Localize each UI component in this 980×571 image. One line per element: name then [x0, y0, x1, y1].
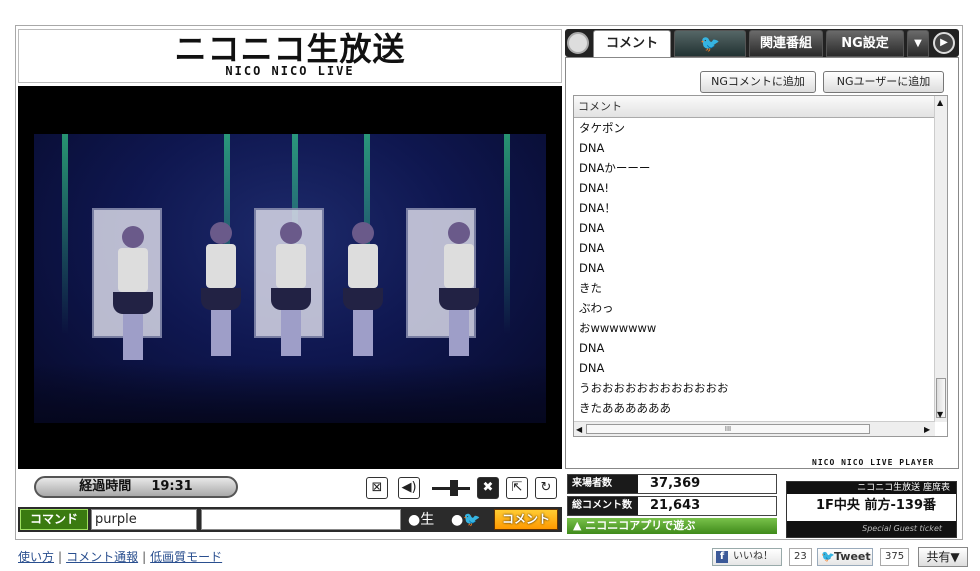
share-button[interactable]: 共有▼ — [918, 547, 968, 567]
comment-row[interactable]: うおおおおおおおおおおおお — [574, 378, 935, 398]
tweet-button[interactable]: 🐦 Tweet — [817, 548, 873, 566]
visitors-stat: 来場者数 37,369 — [567, 474, 777, 494]
comment-hscroll[interactable]: ◀ III ▶ — [574, 421, 935, 436]
comment-submit-button[interactable]: コメント — [494, 509, 558, 530]
comment-row[interactable]: DNA — [574, 138, 935, 158]
comment-row[interactable]: DNA — [574, 258, 935, 278]
comment-row[interactable]: ぶわっ — [574, 298, 935, 318]
comment-row[interactable]: DNAかーーー — [574, 158, 935, 178]
tweet-label: Tweet — [834, 550, 871, 563]
tab-ng-settings[interactable]: NG設定 — [826, 30, 904, 57]
tab-twitter[interactable]: 🐦 — [674, 30, 746, 57]
fullscreen-off-icon[interactable]: ⊠ — [366, 477, 388, 499]
elapsed-label: 経過時間 — [79, 479, 132, 494]
elapsed-value: 19:31 — [151, 479, 193, 494]
comment-column-header[interactable]: コメント — [574, 96, 935, 118]
hscroll-thumb[interactable]: III — [586, 424, 870, 434]
comments-label: 総コメント数 — [568, 497, 638, 515]
logo: ニコニコ生放送 NICO NICO LIVE — [18, 29, 562, 83]
comments-stat: 総コメント数 21,643 — [567, 496, 777, 516]
comment-row[interactable]: タケポン — [574, 118, 935, 138]
logo-title: ニコニコ生放送 — [174, 30, 406, 68]
facebook-like-button[interactable]: f いいね！ — [712, 548, 782, 566]
scroll-up-icon[interactable]: ▲ — [937, 98, 943, 107]
seat-ticket-label: Special Guest ticket — [787, 521, 956, 537]
nama-toggle[interactable]: ●生 — [408, 510, 440, 530]
seat-number: 1F中央 前方-139番 — [816, 498, 936, 513]
comment-row[interactable]: DNA! — [574, 178, 935, 198]
facebook-icon: f — [716, 551, 728, 563]
refresh-icon[interactable]: ↻ — [535, 477, 557, 499]
comment-vscroll[interactable]: ▲ ▼ — [934, 96, 947, 422]
scroll-left-icon[interactable]: ◀ — [576, 425, 582, 434]
comment-input[interactable] — [201, 509, 401, 530]
report-link[interactable]: コメント通報 — [66, 550, 138, 564]
scroll-right-icon[interactable]: ▶ — [924, 425, 930, 434]
command-button[interactable]: コマンド — [20, 509, 88, 530]
tab-related[interactable]: 関連番組 — [749, 30, 823, 57]
comment-row[interactable]: DNA — [574, 238, 935, 258]
popout-icon[interactable]: ⇱ — [506, 477, 528, 499]
logo-subtitle: NICO NICO LIVE — [225, 64, 355, 78]
ng-user-add-button[interactable]: NGユーザーに追加 — [823, 71, 944, 93]
comment-row[interactable]: おwwwwwww — [574, 318, 935, 338]
scroll-down-icon[interactable]: ▼ — [937, 410, 943, 419]
video-player[interactable] — [18, 86, 562, 469]
volume-slider[interactable] — [432, 480, 470, 496]
command-input[interactable]: purple — [91, 509, 197, 530]
low-quality-link[interactable]: 低画質モード — [150, 550, 222, 564]
comments-value: 21,643 — [650, 498, 701, 513]
tweet-count: 375 — [880, 548, 910, 566]
seat-ticket[interactable]: ニコニコ生放送 座席表 1F中央 前方-139番 Special Guest t… — [786, 481, 957, 538]
howto-link[interactable]: 使い方 — [18, 550, 54, 564]
comment-row[interactable]: きた — [574, 278, 935, 298]
tab-comment[interactable]: コメント — [593, 30, 671, 57]
volume-icon[interactable]: ◀) — [398, 477, 420, 499]
tab-dropdown-icon[interactable]: ▼ — [907, 30, 929, 57]
comment-row[interactable]: DNA — [574, 358, 935, 378]
like-label: いいね！ — [733, 551, 773, 562]
video-frame — [34, 134, 546, 423]
prev-tab-icon[interactable] — [567, 32, 589, 54]
mute-icon[interactable]: ✖ — [477, 477, 499, 499]
comment-row[interactable]: きたああああああ — [574, 398, 935, 418]
like-count: 23 — [789, 548, 812, 566]
app-link[interactable]: ▲ ニコニコアプリで遊ぶ — [567, 518, 777, 534]
comment-list[interactable]: コメント タケポン DNA DNAかーーー DNA! DNA！ DNA DNA DNA きた ぶわ… — [573, 95, 948, 437]
visitors-label: 来場者数 — [568, 475, 638, 493]
next-tab-icon[interactable]: ▶ — [933, 32, 955, 54]
seat-title: ニコニコ生放送 座席表 — [787, 482, 956, 494]
comment-row[interactable]: DNA！ — [574, 198, 935, 218]
twitter-bird-icon: 🐦 — [821, 550, 835, 563]
ng-comment-add-button[interactable]: NGコメントに追加 — [700, 71, 816, 93]
elapsed-time-display: 経過時間 19:31 — [34, 476, 238, 498]
comment-row[interactable]: DNA — [574, 338, 935, 358]
comment-row[interactable]: DNA — [574, 218, 935, 238]
visitors-value: 37,369 — [650, 476, 701, 491]
twitter-toggle[interactable]: ●🐦 — [451, 510, 489, 530]
footer-links: 使い方 | コメント通報 | 低画質モード — [18, 550, 223, 564]
player-brand: NICO NICO LIVE PLAYER — [812, 458, 935, 467]
